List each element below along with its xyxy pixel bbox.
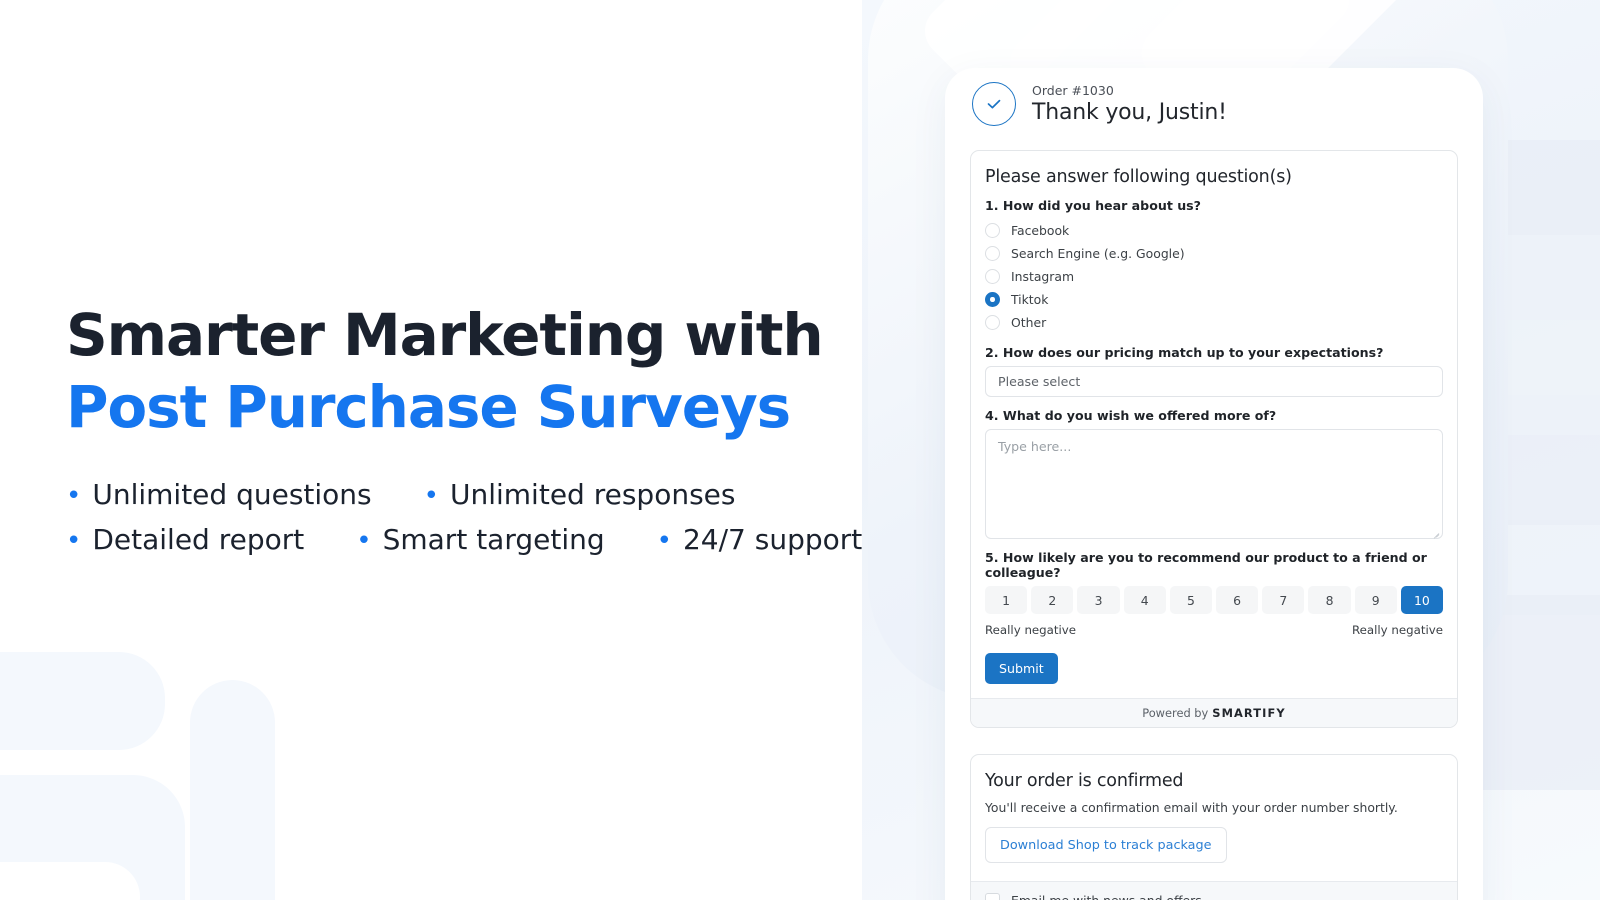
radio-icon[interactable]: [985, 269, 1000, 284]
radio-option-label: Facebook: [1011, 223, 1070, 238]
newsletter-optin-row[interactable]: Email me with news and offers: [971, 881, 1457, 900]
radio-option-facebook[interactable]: Facebook: [985, 219, 1443, 242]
radio-option-instagram[interactable]: Instagram: [985, 265, 1443, 288]
background-left-shape-4: [0, 862, 140, 900]
nps-legend: Really negative Really negative: [985, 623, 1443, 637]
nps-button-5[interactable]: 5: [1169, 586, 1213, 614]
nps-legend-left: Really negative: [985, 623, 1077, 637]
bullet-icon: •: [656, 525, 672, 556]
check-circle-icon: [972, 82, 1016, 126]
page-title: Smarter Marketing with Post Purchase Sur…: [66, 300, 826, 444]
bullet-icon: •: [66, 480, 82, 511]
radio-icon-selected[interactable]: [985, 292, 1000, 307]
order-confirmed-card: Your order is confirmed You'll receive a…: [970, 754, 1458, 900]
order-meta: Order #1030 Thank you, Justin!: [1032, 83, 1227, 125]
nps-button-1[interactable]: 1: [985, 586, 1028, 614]
nps-button-8[interactable]: 8: [1308, 586, 1351, 614]
feature-item-support: • 24/7 support: [657, 523, 863, 556]
question-2-label: 2. How does our pricing match up to your…: [985, 345, 1384, 360]
feature-row-1: • Unlimited questions • Unlimited respon…: [66, 478, 826, 511]
feature-item-unlimited-responses: • Unlimited responses: [424, 478, 736, 511]
feature-item-detailed-report: • Detailed report: [66, 523, 304, 556]
feature-label: Unlimited responses: [449, 477, 736, 511]
background-left-shape-1: [0, 652, 165, 750]
radio-option-label: Instagram: [1011, 269, 1075, 284]
feature-label: Smart targeting: [382, 522, 605, 556]
nps-button-4[interactable]: 4: [1123, 586, 1166, 614]
hero-copy: Smarter Marketing with Post Purchase Sur…: [66, 300, 862, 568]
bullet-icon: •: [356, 525, 372, 556]
order-confirmed-subtitle: You'll receive a confirmation email with…: [985, 800, 1398, 815]
pricing-select[interactable]: Please select: [985, 366, 1443, 397]
survey-card: Please answer following question(s) 1. H…: [970, 150, 1458, 728]
nps-button-7[interactable]: 7: [1262, 586, 1305, 614]
thank-you-heading: Thank you, Justin!: [1032, 100, 1227, 125]
textarea-placeholder: Type here...: [998, 439, 1072, 454]
feature-label: Detailed report: [92, 522, 305, 556]
powered-by-footer: Powered by SMARTIFY: [971, 698, 1457, 727]
offered-more-textarea[interactable]: Type here...: [985, 429, 1443, 539]
nps-scale: 1 2 3 4 5 6 7 8 9 10: [985, 586, 1444, 614]
radio-option-tiktok[interactable]: Tiktok: [985, 288, 1443, 311]
radio-option-other[interactable]: Other: [985, 311, 1443, 334]
brand-name: SMARTIFY: [1212, 706, 1286, 720]
question-1: 1. How did you hear about us? Facebook S…: [985, 198, 1443, 334]
radio-option-label: Tiktok: [1011, 292, 1049, 307]
radio-option-search-engine[interactable]: Search Engine (e.g. Google): [985, 242, 1443, 265]
question-1-label: 1. How did you hear about us?: [985, 198, 1201, 213]
question-5-label: 5. How likely are you to recommend our p…: [985, 550, 1427, 580]
radio-icon[interactable]: [985, 315, 1000, 330]
pricing-select-value: Please select: [998, 374, 1081, 389]
nps-legend-right: Really negative: [1351, 623, 1443, 637]
nps-button-6[interactable]: 6: [1216, 586, 1259, 614]
order-header: Order #1030 Thank you, Justin!: [970, 68, 1458, 126]
feature-item-unlimited-questions: • Unlimited questions: [66, 478, 372, 511]
nps-button-2[interactable]: 2: [1031, 586, 1074, 614]
nps-button-9[interactable]: 9: [1354, 586, 1397, 614]
question-2: 2. How does our pricing match up to your…: [985, 345, 1443, 397]
question-4: 4. What do you wish we offered more of? …: [985, 408, 1443, 539]
resize-handle-icon[interactable]: [1431, 527, 1440, 539]
feature-item-smart-targeting: • Smart targeting: [356, 523, 604, 556]
powered-by-text: Powered by: [1142, 706, 1209, 720]
feature-row-2: • Detailed report • Smart targeting • 24…: [66, 523, 862, 556]
order-number: Order #1030: [1032, 83, 1114, 98]
headline-line-1: Smarter Marketing with: [66, 301, 824, 369]
nps-button-3[interactable]: 3: [1077, 586, 1120, 614]
question-5: 5. How likely are you to recommend our p…: [985, 550, 1444, 637]
question-4-label: 4. What do you wish we offered more of?: [985, 408, 1277, 423]
background-left-shape-3: [190, 680, 275, 900]
background-left-shape-2: [0, 775, 185, 900]
radio-icon[interactable]: [985, 223, 1000, 238]
download-shop-track-button[interactable]: Download Shop to track package: [985, 827, 1227, 863]
newsletter-label: Email me with news and offers: [1011, 893, 1202, 900]
feature-label: Unlimited questions: [92, 477, 372, 511]
feature-list: • Unlimited questions • Unlimited respon…: [66, 478, 862, 556]
survey-card-body: Please answer following question(s) 1. H…: [971, 151, 1457, 698]
survey-title: Please answer following question(s): [985, 167, 1292, 187]
newsletter-checkbox-icon[interactable]: [985, 893, 1000, 900]
survey-widget-panel: Order #1030 Thank you, Justin! Please an…: [945, 68, 1483, 900]
headline-line-2: Post Purchase Surveys: [66, 372, 791, 441]
radio-option-label: Other: [1011, 315, 1047, 330]
order-confirmed-title: Your order is confirmed: [985, 771, 1184, 791]
nps-button-10-selected[interactable]: 10: [1400, 586, 1444, 614]
bullet-icon: •: [423, 480, 439, 511]
submit-button[interactable]: Submit: [985, 653, 1058, 684]
order-confirmed-body: Your order is confirmed You'll receive a…: [971, 755, 1457, 881]
feature-label: 24/7 support: [682, 522, 863, 556]
bullet-icon: •: [66, 525, 82, 556]
promo-banner: Smarter Marketing with Post Purchase Sur…: [0, 0, 1600, 900]
radio-option-label: Search Engine (e.g. Google): [1011, 246, 1185, 261]
radio-icon[interactable]: [985, 246, 1000, 261]
